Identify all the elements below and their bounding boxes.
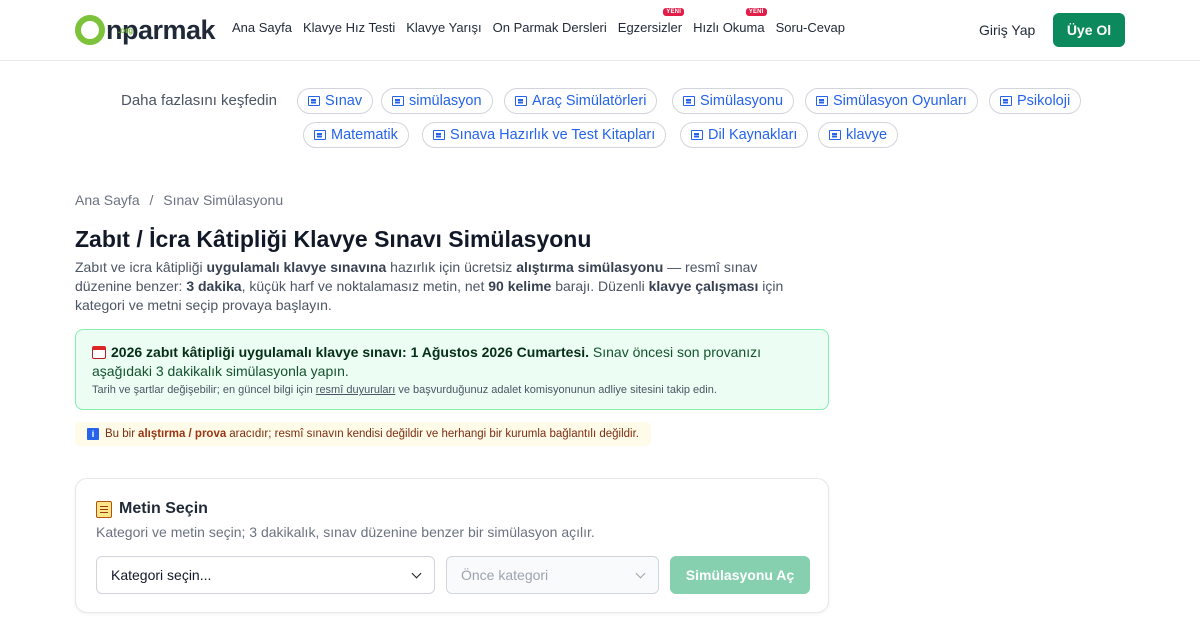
chip-label: Sınava Hazırlık ve Test Kitapları (450, 127, 656, 143)
logo-o-mark (75, 15, 105, 45)
new-badge: YENİ (663, 8, 685, 16)
exam-date-notice: 2026 zabıt kâtipliği uygulamalı klavye s… (75, 329, 829, 410)
chip-label: klavye (846, 127, 888, 143)
signup-button[interactable]: Üye Ol (1053, 13, 1125, 47)
disclaimer-info: i Bu bir alıştırma / prova aracıdır; res… (75, 422, 651, 446)
discover-chip[interactable]: Sınava Hazırlık ve Test Kitapları (422, 122, 667, 148)
category-select[interactable]: Kategori seçin... (96, 556, 435, 594)
chip-label: Dil Kaynakları (708, 127, 798, 143)
chip-label: Simülasyon Oyunları (833, 93, 967, 109)
calendar-icon (92, 346, 106, 359)
page-title: Zabıt / İcra Kâtipliği Klavye Sınavı Sim… (75, 226, 592, 252)
new-badge: YENİ (745, 8, 767, 16)
discover-chip[interactable]: klavye (818, 122, 899, 148)
breadcrumb-current: Sınav Simülasyonu (163, 192, 284, 208)
main-nav: Ana Sayfa Klavye Hız Testi Klavye Yarışı… (232, 8, 856, 35)
chevron-down-icon (411, 568, 422, 578)
nav-home[interactable]: Ana Sayfa (232, 20, 292, 35)
chip-label: Sınav (325, 93, 363, 109)
logo-suffix: .org (118, 26, 134, 35)
chip-label: simülasyon (409, 93, 482, 109)
open-simulation-button[interactable]: Simülasyonu Aç (670, 556, 810, 594)
chip-label: Simülasyonu (700, 93, 784, 109)
news-icon (816, 96, 828, 106)
notice-subtext: Tarih ve şartlar değişebilir; en güncel … (92, 384, 717, 396)
discover-chip[interactable]: Psikoloji (989, 88, 1082, 114)
notice-main-text: 2026 zabıt kâtipliği uygulamalı klavye s… (92, 344, 762, 379)
news-icon (515, 96, 527, 106)
chip-label: Matematik (331, 127, 398, 143)
login-link[interactable]: Giriş Yap (979, 22, 1035, 38)
breadcrumb-home[interactable]: Ana Sayfa (75, 192, 140, 208)
chevron-down-icon (635, 568, 646, 578)
nav-typing-race[interactable]: Klavye Yarışı (406, 20, 481, 35)
text-select[interactable]: Önce kategori (446, 556, 659, 594)
discover-chip[interactable]: simülasyon (381, 88, 493, 114)
nav-qa[interactable]: Soru-Cevap (776, 20, 845, 35)
news-icon (308, 96, 320, 106)
nav-speed-reading[interactable]: Hızlı Okuma YENİ (693, 8, 767, 35)
official-announcements-link[interactable]: resmî duyuruları (316, 384, 395, 396)
news-icon (829, 130, 841, 140)
discover-chip[interactable]: Simülasyonu (672, 88, 795, 114)
news-icon (1000, 96, 1012, 106)
news-icon (691, 130, 703, 140)
info-icon: i (87, 428, 99, 440)
chip-label: Araç Simülatörleri (532, 93, 647, 109)
page-intro: Zabıt ve icra kâtipliği uygulamalı klavy… (75, 259, 784, 313)
discover-label: Daha fazlasını keşfedin (121, 92, 277, 109)
chip-label: Psikoloji (1017, 93, 1071, 109)
breadcrumb-separator: / (149, 192, 154, 208)
news-icon (392, 96, 404, 106)
card-description: Kategori ve metin seçin; 3 dakikalık, sı… (96, 524, 595, 540)
news-icon (433, 130, 445, 140)
news-icon (314, 130, 326, 140)
nav-speed-reading-label: Hızlı Okuma (693, 20, 765, 35)
text-select-card: Metin Seçin Kategori ve metin seçin; 3 d… (75, 478, 829, 613)
nav-exercises[interactable]: Egzersizler YENİ (617, 8, 685, 35)
discover-chip[interactable]: Matematik (303, 122, 409, 148)
memo-icon (96, 500, 112, 518)
site-header: nparmak .org Ana Sayfa Klavye Hız Testi … (0, 0, 1200, 61)
card-title: Metin Seçin (96, 500, 208, 518)
discover-chip[interactable]: Simülasyon Oyunları (805, 88, 978, 114)
nav-typing-speed-test[interactable]: Klavye Hız Testi (303, 20, 395, 35)
nav-ten-finger-lessons[interactable]: On Parmak Dersleri (493, 20, 607, 35)
discover-chip[interactable]: Araç Simülatörleri (504, 88, 658, 114)
discover-chip[interactable]: Sınav (297, 88, 374, 114)
breadcrumb: Ana Sayfa / Sınav Simülasyonu (75, 192, 289, 208)
news-icon (683, 96, 695, 106)
discover-chip[interactable]: Dil Kaynakları (680, 122, 809, 148)
nav-exercises-label: Egzersizler (617, 20, 683, 35)
site-logo[interactable]: nparmak (75, 12, 216, 48)
